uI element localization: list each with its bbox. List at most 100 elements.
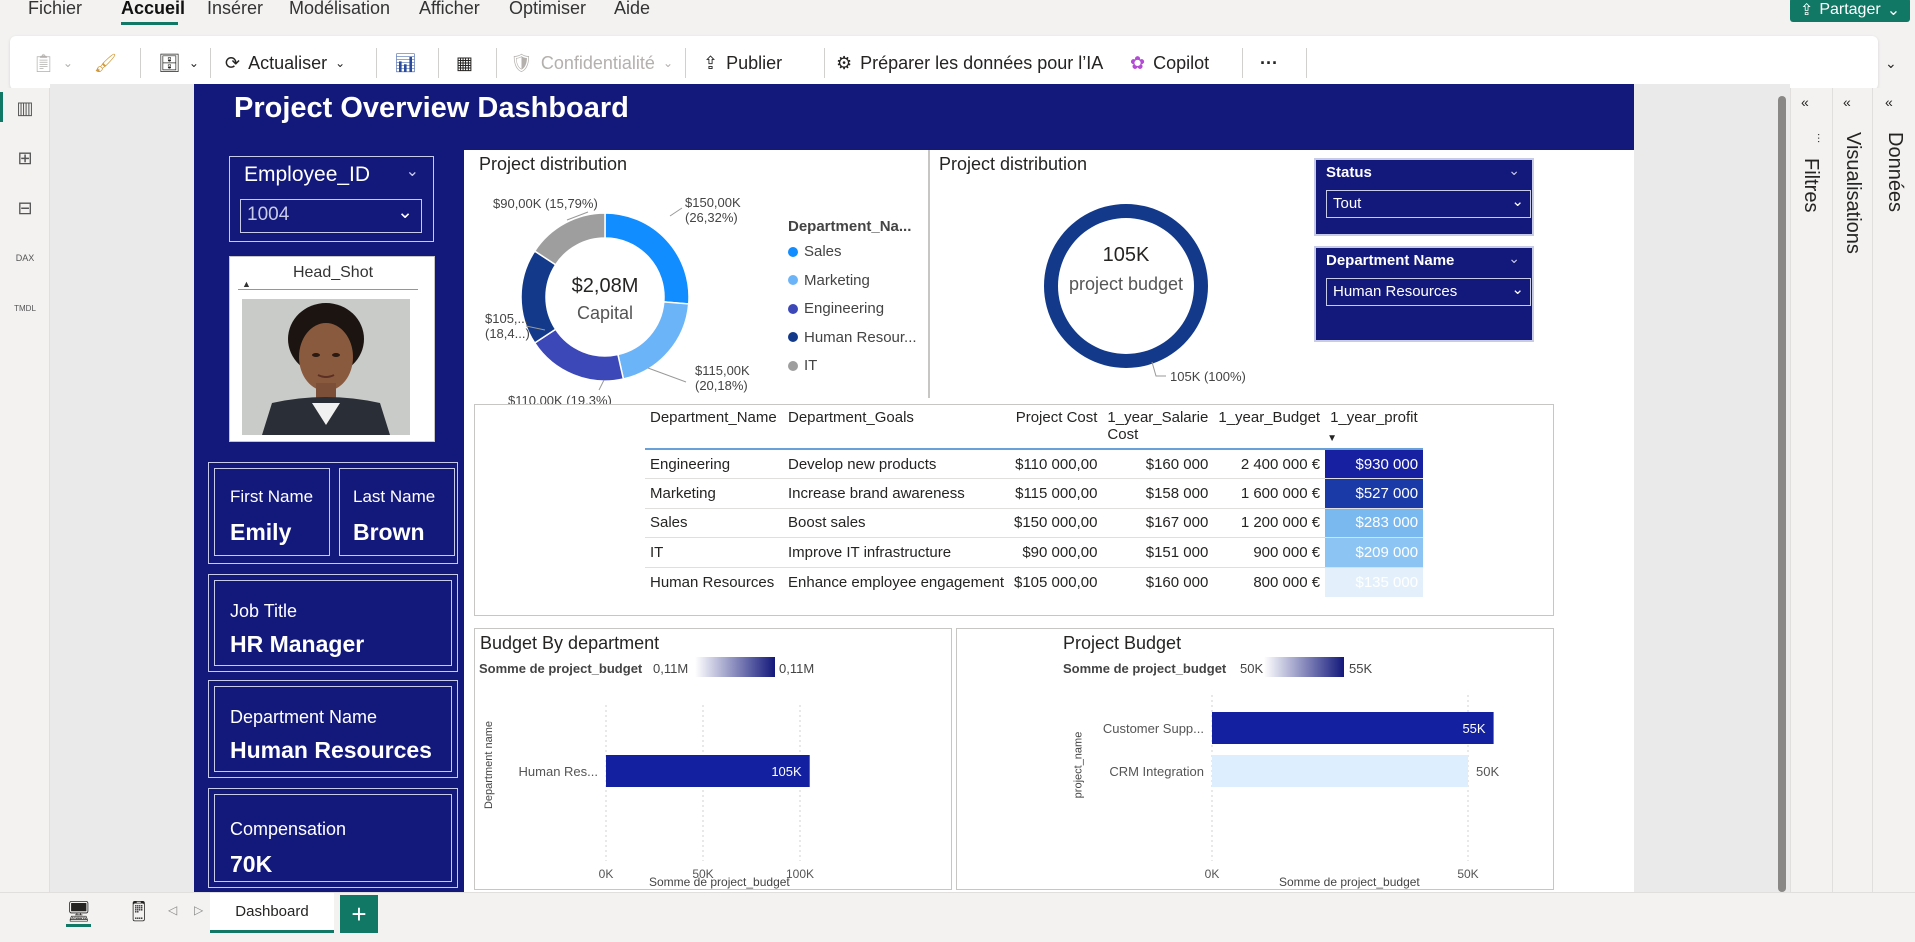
dropdown-value: Human Resources (1333, 283, 1458, 300)
column-header[interactable]: 1_year_Salarie Cost (1102, 405, 1214, 450)
department-matrix[interactable]: Department_Name Department_Goals Project… (474, 404, 1554, 616)
prepare-data-icon: ⚙︎ (836, 52, 853, 73)
report-header: Project Overview Dashboard (194, 84, 1634, 150)
menu-aide[interactable]: Aide (614, 0, 650, 19)
active-view-indicator (0, 92, 3, 122)
card-value: HR Manager (230, 631, 365, 657)
column-header[interactable]: Department_Name (645, 405, 783, 450)
employee-id-dropdown[interactable]: 1004 ⌄ (240, 199, 422, 233)
format-painter-button[interactable]: 🖌︎ (94, 36, 117, 90)
menu-active-indicator (121, 22, 178, 25)
filters-pane[interactable]: « ⫶ Filtres (1790, 88, 1832, 908)
collapse-icon[interactable]: « (1843, 94, 1851, 110)
profit-cell: $135 000 (1325, 566, 1424, 597)
confidentiality-button[interactable]: 🛡︎ Confidentialité ⌄ (510, 36, 673, 90)
compensation-card: Compensation 70K (214, 794, 452, 882)
profit-cell: $283 000 (1325, 507, 1424, 538)
dax-query-icon[interactable]: DAX (12, 246, 38, 270)
menu-optimiser[interactable]: Optimiser (509, 0, 586, 19)
visualizations-pane[interactable]: « Visualisations (1832, 88, 1872, 908)
add-page-button[interactable]: + (340, 895, 378, 933)
table-row[interactable]: Human Resources Enhance employee engageme… (645, 566, 1424, 597)
mobile-layout-icon[interactable]: 📱︎ (126, 899, 151, 924)
get-data-button[interactable]: 🗄︎ ⌄ (158, 36, 199, 90)
publish-button[interactable]: ⇪ Publier (703, 36, 782, 90)
department-dropdown[interactable]: Human Resources ⌄ (1326, 278, 1531, 306)
chevron-down-icon[interactable]: ⌄ (1508, 162, 1520, 179)
canvas-scrollbar[interactable] (1778, 96, 1786, 892)
table-view-icon[interactable]: ⊞ (12, 146, 38, 170)
chevron-down-icon[interactable]: ⌄ (406, 161, 419, 181)
prepare-ai-button[interactable]: ⚙︎ Préparer les données pour l’IA (836, 36, 1103, 90)
column-header[interactable]: Project Cost (1009, 405, 1103, 450)
project-budget-donut[interactable]: Project distribution 105K project budget… (934, 150, 1296, 398)
column-header[interactable]: Department_Goals (783, 405, 1009, 450)
legend-marker (788, 332, 798, 342)
paste-button[interactable]: 📋︎ ⌄ (32, 36, 73, 90)
table-cell: 900 000 € (1213, 537, 1326, 567)
collapse-icon[interactable]: « (1801, 94, 1809, 110)
new-measure-button[interactable]: ▦ (456, 36, 473, 90)
visualizations-pane-label: Visualisations (1842, 132, 1864, 254)
share-icon: ⇪ (1799, 2, 1814, 19)
menu-inserer[interactable]: Insérer (207, 0, 263, 19)
menu-modelisation[interactable]: Modélisation (289, 0, 390, 19)
copilot-button[interactable]: ✿ Copilot (1130, 36, 1209, 90)
previous-page-icon[interactable]: ◁ (168, 903, 177, 917)
next-page-icon[interactable]: ▷ (194, 903, 203, 917)
model-view-icon[interactable]: ⊟ (12, 196, 38, 220)
report-view-icon[interactable]: ▥ (12, 96, 38, 120)
table-row[interactable]: Sales Boost sales $150 000,00 $167 000 1 200… (645, 507, 1424, 538)
legend-label: IT (804, 357, 818, 374)
legend-item[interactable]: Marketing (788, 272, 870, 289)
table-row[interactable]: Marketing Increase brand awareness $115 00… (645, 478, 1424, 508)
table-row[interactable]: IT Improve IT infrastructure $90 000,00 $15… (645, 537, 1424, 567)
ribbon-separator (438, 48, 439, 78)
chevron-down-icon: ⌄ (1511, 193, 1524, 210)
status-dropdown[interactable]: Tout ⌄ (1326, 190, 1531, 218)
budget-by-department-chart[interactable]: Budget By department Somme de project_bu… (474, 628, 952, 890)
legend-item[interactable]: Human Resour... (788, 329, 917, 346)
bar (1212, 755, 1468, 787)
table-row[interactable]: Engineering Develop new products $110 000,… (645, 448, 1424, 479)
table-cell: Increase brand awareness (783, 478, 1009, 508)
ribbon-separator (1242, 48, 1243, 78)
new-visual-button[interactable]: 📊︎ (394, 36, 417, 90)
legend-item[interactable]: Sales (788, 243, 842, 260)
table-cell: $90 000,00 (1009, 537, 1103, 567)
menu-fichier[interactable]: Fichier (28, 0, 82, 19)
project-budget-chart[interactable]: Project Budget Somme de project_budget 5… (956, 628, 1554, 890)
project-distribution-donut[interactable]: Project distribution $150,00K (26,32%) $1… (474, 150, 930, 408)
column-header-profit[interactable]: 1_year_profit ▼ (1325, 405, 1424, 450)
collapse-icon[interactable]: « (1885, 94, 1893, 110)
tmdl-view-icon[interactable]: TMDL (12, 296, 38, 320)
share-button[interactable]: ⇪ Partager ⌄ (1790, 0, 1910, 22)
x-axis-label: Somme de project_budget (1279, 875, 1420, 889)
chevron-down-icon: ⌄ (1511, 281, 1524, 298)
menu-afficher[interactable]: Afficher (419, 0, 480, 19)
ribbon-separator (685, 48, 686, 78)
chevron-down-icon[interactable]: ⌄ (1508, 250, 1520, 267)
legend-item[interactable]: IT (788, 357, 817, 374)
legend-label: Sales (804, 243, 842, 260)
profit-cell: $209 000 (1325, 537, 1424, 567)
donut-center-value: 105K (1102, 244, 1150, 266)
menu-accueil[interactable]: Accueil (121, 0, 185, 19)
tab-dashboard[interactable]: Dashboard (210, 893, 334, 933)
table-cell: $105 000,00 (1009, 566, 1103, 597)
more-options-button[interactable]: ··· (1260, 36, 1278, 90)
column-header[interactable]: 1_year_Budget (1213, 405, 1326, 450)
collapse-ribbon-button[interactable]: ⌄ (1885, 36, 1897, 90)
x-tick-label: 100K (786, 867, 814, 881)
department-slicer: Department Name ⌄ Human Resources ⌄ (1314, 246, 1534, 342)
desktop-layout-icon[interactable]: 🖥︎ (66, 899, 92, 927)
data-pane[interactable]: « Données (1872, 88, 1915, 908)
data-label-text: (26,32%) (685, 210, 738, 225)
refresh-button[interactable]: ⟳ Actualiser ⌄ (225, 36, 345, 90)
last-name-card: Last Name Brown (339, 468, 455, 556)
legend-item[interactable]: Engineering (788, 300, 884, 317)
legend-marker (788, 246, 798, 257)
format-painter-icon: 🖌︎ (94, 52, 117, 73)
donut-slice-engineering (533, 328, 625, 382)
leader-line (1151, 361, 1166, 377)
